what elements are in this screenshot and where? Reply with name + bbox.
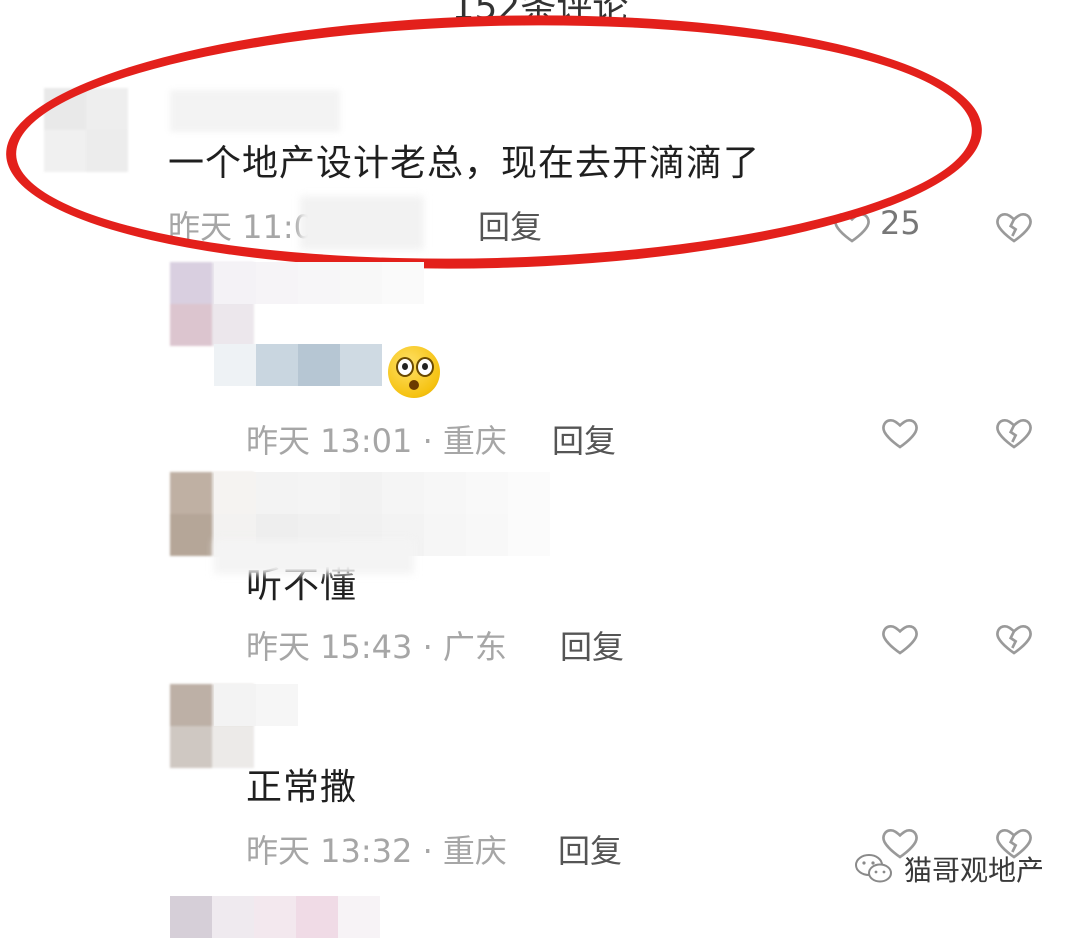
shocked-face-emoji (388, 346, 440, 398)
like-count: 25 (880, 204, 921, 242)
username-blurred[interactable] (214, 262, 424, 304)
comment-meta: 昨天 13:01 · 重庆 (246, 422, 507, 460)
reply-button[interactable]: 回复 (552, 416, 616, 462)
watermark-text: 猫哥观地产 (903, 854, 1044, 887)
broken-heart-icon[interactable] (994, 206, 1034, 246)
next-comment-avatar-blurred (170, 896, 380, 938)
broken-heart-icon[interactable] (994, 618, 1034, 658)
wechat-icon (854, 854, 892, 883)
username-blurred[interactable] (214, 472, 550, 514)
comment-text: 正常撒 (246, 767, 358, 808)
text-partially-covered (214, 540, 414, 574)
heart-outline-icon[interactable] (880, 412, 920, 452)
reply-button[interactable]: 回复 (558, 826, 622, 872)
heart-outline-icon[interactable] (880, 618, 920, 658)
watermark: 猫哥观地产 (854, 849, 1044, 889)
comment-meta: 昨天 13:32 · 重庆 (246, 832, 507, 870)
broken-heart-icon[interactable] (994, 412, 1034, 452)
comment-text-blurred (214, 344, 382, 386)
comment-meta: 昨天 15:43 · 广东 (246, 628, 507, 666)
username-blurred[interactable] (214, 684, 298, 726)
reply-button[interactable]: 回复 (560, 622, 624, 668)
